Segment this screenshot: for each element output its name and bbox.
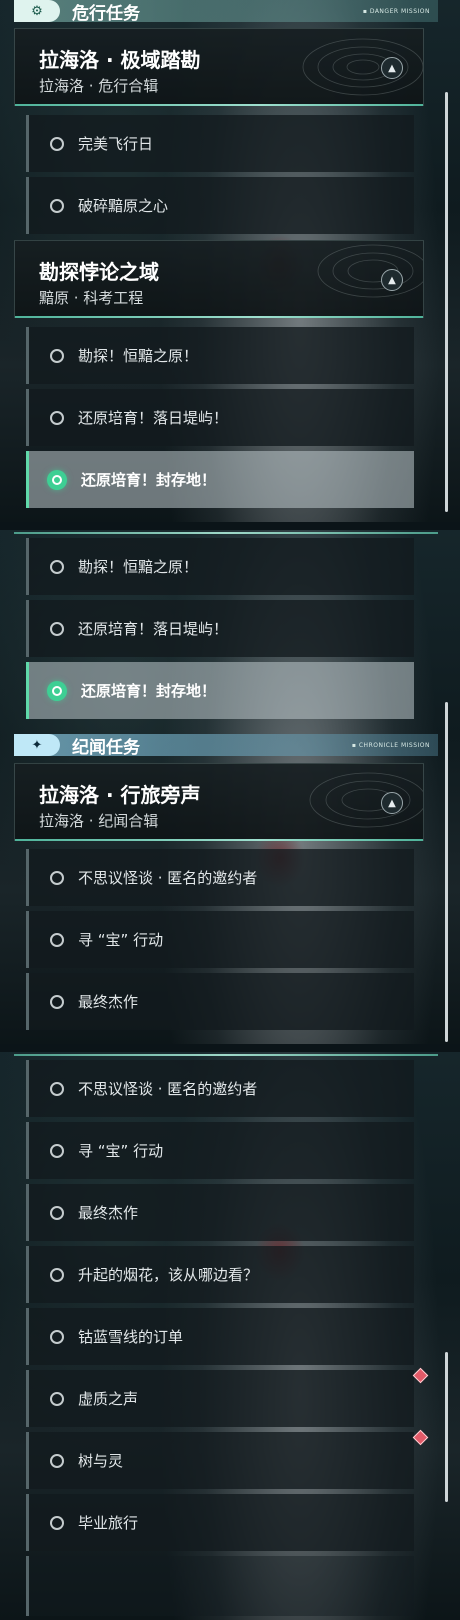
circle-icon	[50, 1391, 64, 1406]
target-icon	[47, 680, 67, 701]
task-item[interactable]: 还原培育！落日堤屿！	[26, 389, 414, 446]
task-item[interactable]: 最终杰作	[26, 1184, 414, 1241]
group-title: 拉海洛 · 行旅旁声	[39, 783, 201, 807]
task-label: 寻 “宝” 行动	[78, 931, 164, 949]
task-item[interactable]: 寻 “宝” 行动	[26, 1122, 414, 1179]
task-label: 升起的烟花，该从哪边看？	[78, 1266, 259, 1284]
section-title: 危行任务	[72, 3, 140, 24]
group-subtitle: 拉海洛 · 危行合辑	[39, 77, 159, 95]
group-subtitle: 拉海洛 · 纪闻合辑	[39, 812, 159, 830]
circle-icon	[50, 1267, 64, 1282]
task-label: 完美飞行日	[78, 135, 154, 153]
task-label: 不思议怪谈 · 匿名的邀约者	[78, 1080, 258, 1098]
task-label: 破碎黯原之心	[78, 197, 169, 215]
chevron-up-icon[interactable]: ▲	[381, 269, 403, 291]
circle-icon	[50, 1081, 64, 1096]
task-label: 还原培育！封存地！	[81, 682, 217, 700]
mission-group-traveler-whispers[interactable]: 拉海洛 · 行旅旁声 拉海洛 · 纪闻合辑 ▲	[14, 763, 424, 841]
task-label: 不思议怪谈 · 匿名的邀约者	[78, 869, 258, 887]
circle-icon	[50, 198, 64, 213]
task-item[interactable]: 寻 “宝” 行动	[26, 911, 414, 968]
task-label: 还原培育！落日堤屿！	[78, 409, 229, 427]
task-label: 最终杰作	[78, 1204, 139, 1222]
gear-icon: ⚙	[14, 0, 60, 22]
group-title: 勘探悖论之域	[39, 260, 159, 284]
task-item[interactable]: 钴蓝雪线的订单	[26, 1308, 414, 1365]
task-item-active[interactable]: 还原培育！封存地！	[26, 662, 414, 719]
scrollbar[interactable]	[445, 92, 448, 512]
task-item[interactable]: 最终杰作	[26, 973, 414, 1030]
circle-icon	[50, 870, 64, 885]
task-item[interactable]: 虚质之声	[26, 1370, 414, 1427]
circle-icon	[50, 136, 64, 151]
task-item[interactable]: 勘探！恒黯之原！	[26, 327, 414, 384]
circle-icon	[50, 621, 64, 636]
section-subtitle: ▪ DANGER MISSION	[362, 7, 430, 15]
task-item[interactable]: 勘探！恒黯之原！	[26, 538, 414, 595]
circle-icon	[50, 1453, 64, 1468]
chevron-up-icon[interactable]: ▲	[381, 792, 403, 814]
task-label: 勘探！恒黯之原！	[78, 347, 199, 365]
target-icon	[47, 469, 67, 490]
task-item[interactable]: 不思议怪谈 · 匿名的邀约者	[26, 1060, 414, 1117]
mission-group-paradox-domain[interactable]: 勘探悖论之域 黯原 · 科考工程 ▲	[14, 240, 424, 318]
task-label: 还原培育！封存地！	[81, 471, 217, 489]
divider	[14, 1054, 438, 1056]
circle-icon	[50, 348, 64, 363]
group-subtitle: 黯原 · 科考工程	[39, 289, 144, 307]
task-item-active[interactable]: 还原培育！封存地！	[26, 451, 414, 508]
task-label: 还原培育！落日堤屿！	[78, 620, 229, 638]
task-item[interactable]: 树与灵	[26, 1432, 414, 1489]
scrollbar[interactable]	[445, 1352, 448, 1502]
circle-icon	[50, 932, 64, 947]
circle-icon	[50, 994, 64, 1009]
circle-icon	[50, 1515, 64, 1530]
section-subtitle: ▪ CHRONICLE MISSION	[351, 741, 430, 749]
circle-icon	[50, 1205, 64, 1220]
section-title: 纪闻任务	[72, 737, 140, 758]
group-title: 拉海洛 · 极域踏勘	[39, 48, 201, 72]
task-item[interactable]: 完美飞行日	[26, 115, 414, 172]
circle-icon	[50, 410, 64, 425]
task-label: 树与灵	[78, 1452, 124, 1470]
task-item[interactable]: 毕业旅行	[26, 1494, 414, 1551]
task-label: 毕业旅行	[78, 1514, 139, 1532]
task-label: 最终杰作	[78, 993, 139, 1011]
task-item[interactable]	[26, 1556, 414, 1616]
star-icon: ✦	[14, 734, 60, 756]
task-item[interactable]: 不思议怪谈 · 匿名的邀约者	[26, 849, 414, 906]
task-label: 勘探！恒黯之原！	[78, 558, 199, 576]
scrollbar[interactable]	[445, 702, 448, 1042]
task-item[interactable]: 升起的烟花，该从哪边看？	[26, 1246, 414, 1303]
panel-danger-missions: ⚙ 危行任务 ▪ DANGER MISSION 拉海洛 · 极域踏勘 拉海洛 ·…	[0, 0, 460, 522]
section-header-danger: ⚙ 危行任务 ▪ DANGER MISSION	[14, 0, 438, 24]
circle-icon	[50, 1143, 64, 1158]
task-label: 虚质之声	[78, 1390, 139, 1408]
panel-chronicle-list: 不思议怪谈 · 匿名的邀约者 寻 “宝” 行动 最终杰作 升起的烟花，该从哪边看…	[0, 1052, 460, 1620]
divider	[14, 532, 438, 534]
task-item[interactable]: 破碎黯原之心	[26, 177, 414, 234]
circle-icon	[50, 559, 64, 574]
circle-icon	[50, 1329, 64, 1344]
panel-chronicle-missions: 勘探！恒黯之原！ 还原培育！落日堤屿！ 还原培育！封存地！ ✦ 纪闻任务 ▪ C…	[0, 530, 460, 1044]
section-header-chronicle: ✦ 纪闻任务 ▪ CHRONICLE MISSION	[14, 734, 438, 758]
mission-group-polar-survey[interactable]: 拉海洛 · 极域踏勘 拉海洛 · 危行合辑 ▲	[14, 28, 424, 106]
task-label: 寻 “宝” 行动	[78, 1142, 164, 1160]
task-item[interactable]: 还原培育！落日堤屿！	[26, 600, 414, 657]
chevron-up-icon[interactable]: ▲	[381, 57, 403, 79]
task-label: 钴蓝雪线的订单	[78, 1328, 184, 1346]
